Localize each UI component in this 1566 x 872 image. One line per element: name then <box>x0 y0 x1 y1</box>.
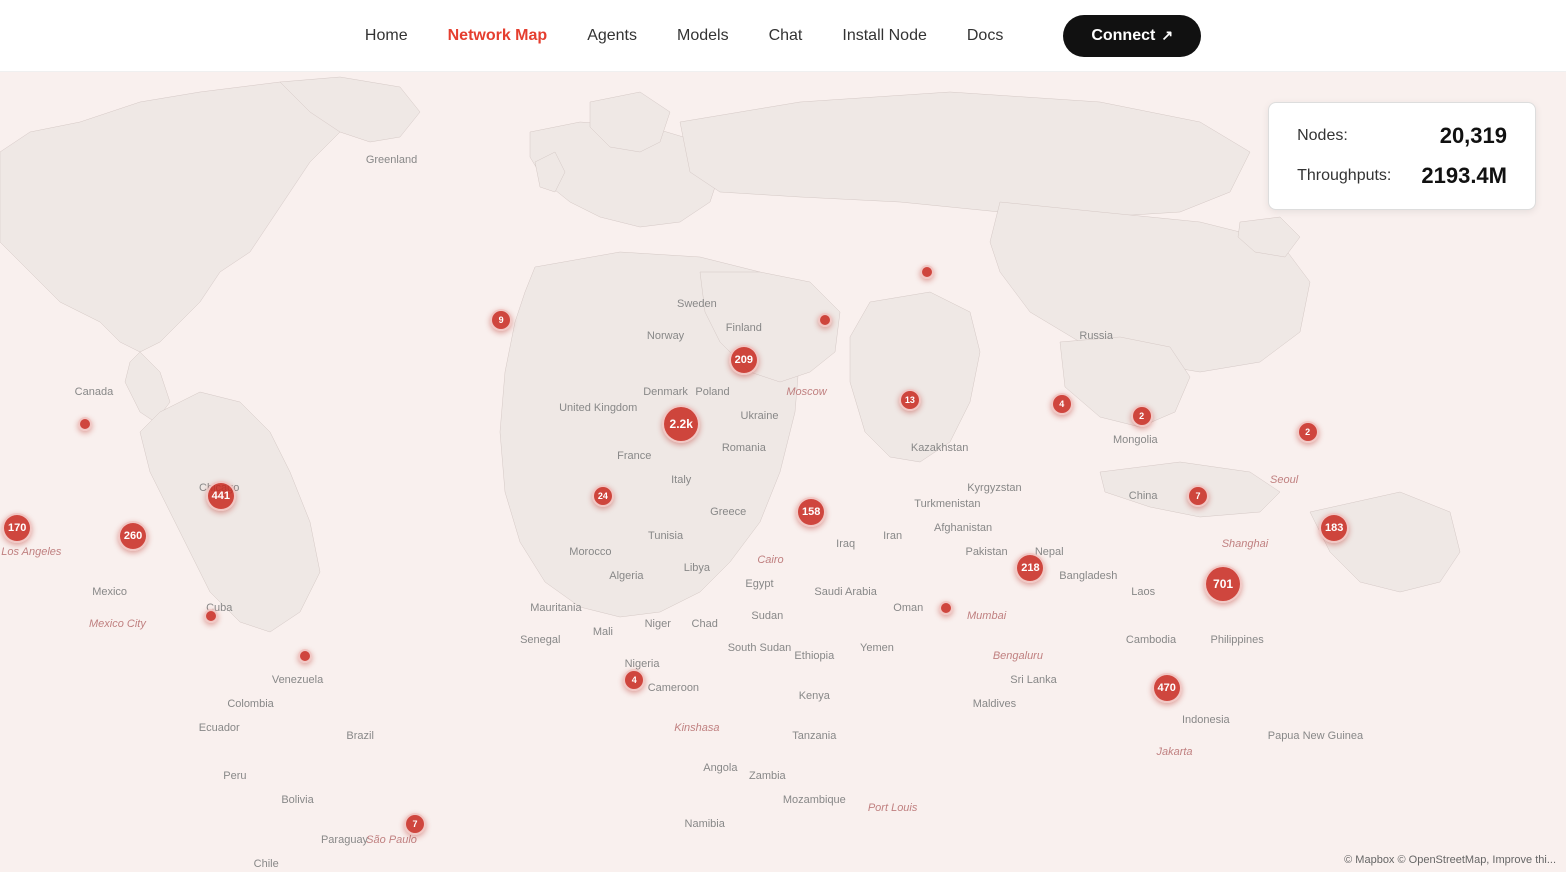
nodes-value: 20,319 <box>1440 123 1507 149</box>
nav-models[interactable]: Models <box>677 27 729 45</box>
nodes-label: Nodes: <box>1297 127 1348 145</box>
map-pin-p14[interactable]: 441 <box>206 481 236 511</box>
map-pin-p5[interactable]: 158 <box>796 497 826 527</box>
nav-docs[interactable]: Docs <box>967 27 1003 45</box>
map-pin-p13[interactable]: 7 <box>404 813 426 835</box>
nav-agents[interactable]: Agents <box>587 27 637 45</box>
map-pin-p25[interactable] <box>939 601 953 615</box>
map-attribution: © Mapbox © OpenStreetMap, Improve thi... <box>1344 854 1556 866</box>
nav-home[interactable]: Home <box>365 27 408 45</box>
map-container[interactable]: GreenlandCanadaChicagoLos AngelesMexicoM… <box>0 72 1566 872</box>
map-pin-p21[interactable] <box>204 609 218 623</box>
map-pin-p22[interactable] <box>298 649 312 663</box>
connect-button[interactable]: Connect ↗ <box>1063 15 1201 57</box>
map-pin-p1[interactable]: 9 <box>490 309 512 331</box>
map-pin-p3[interactable]: 2.2k <box>662 405 700 443</box>
map-pin-p12[interactable]: 470 <box>1152 673 1182 703</box>
map-pin-p24[interactable] <box>818 313 832 327</box>
stats-box: Nodes: 20,319 Throughputs: 2193.4M <box>1268 102 1536 210</box>
nodes-row: Nodes: 20,319 <box>1297 123 1507 149</box>
map-pin-p11[interactable]: 701 <box>1204 565 1242 603</box>
map-pin-p18[interactable]: 2 <box>1297 421 1319 443</box>
throughputs-value: 2193.4M <box>1421 163 1507 189</box>
connect-arrow-icon: ↗ <box>1161 27 1173 44</box>
map-pin-p8[interactable]: 4 <box>1051 393 1073 415</box>
throughputs-label: Throughputs: <box>1297 167 1391 185</box>
navbar: Home Network Map Agents Models Chat Inst… <box>0 0 1566 72</box>
nav-chat[interactable]: Chat <box>769 27 803 45</box>
map-pin-p15[interactable]: 260 <box>118 521 148 551</box>
map-pin-p17[interactable]: 2 <box>1131 405 1153 427</box>
map-pin-p4[interactable]: 24 <box>592 485 614 507</box>
map-pin-p2[interactable]: 209 <box>729 345 759 375</box>
nav-network-map[interactable]: Network Map <box>448 27 548 45</box>
map-pin-p16[interactable]: 170 <box>2 513 32 543</box>
map-pin-p10[interactable]: 7 <box>1187 485 1209 507</box>
map-pin-p23[interactable] <box>920 265 934 279</box>
throughputs-row: Throughputs: 2193.4M <box>1297 163 1507 189</box>
nav-install-node[interactable]: Install Node <box>842 27 927 45</box>
map-pin-p7[interactable]: 13 <box>899 389 921 411</box>
nav-items: Home Network Map Agents Models Chat Inst… <box>365 15 1201 57</box>
map-pin-p9[interactable]: 218 <box>1015 553 1045 583</box>
map-pin-p19[interactable]: 183 <box>1319 513 1349 543</box>
map-pin-p20[interactable] <box>78 417 92 431</box>
map-pin-p6[interactable]: 4 <box>623 669 645 691</box>
